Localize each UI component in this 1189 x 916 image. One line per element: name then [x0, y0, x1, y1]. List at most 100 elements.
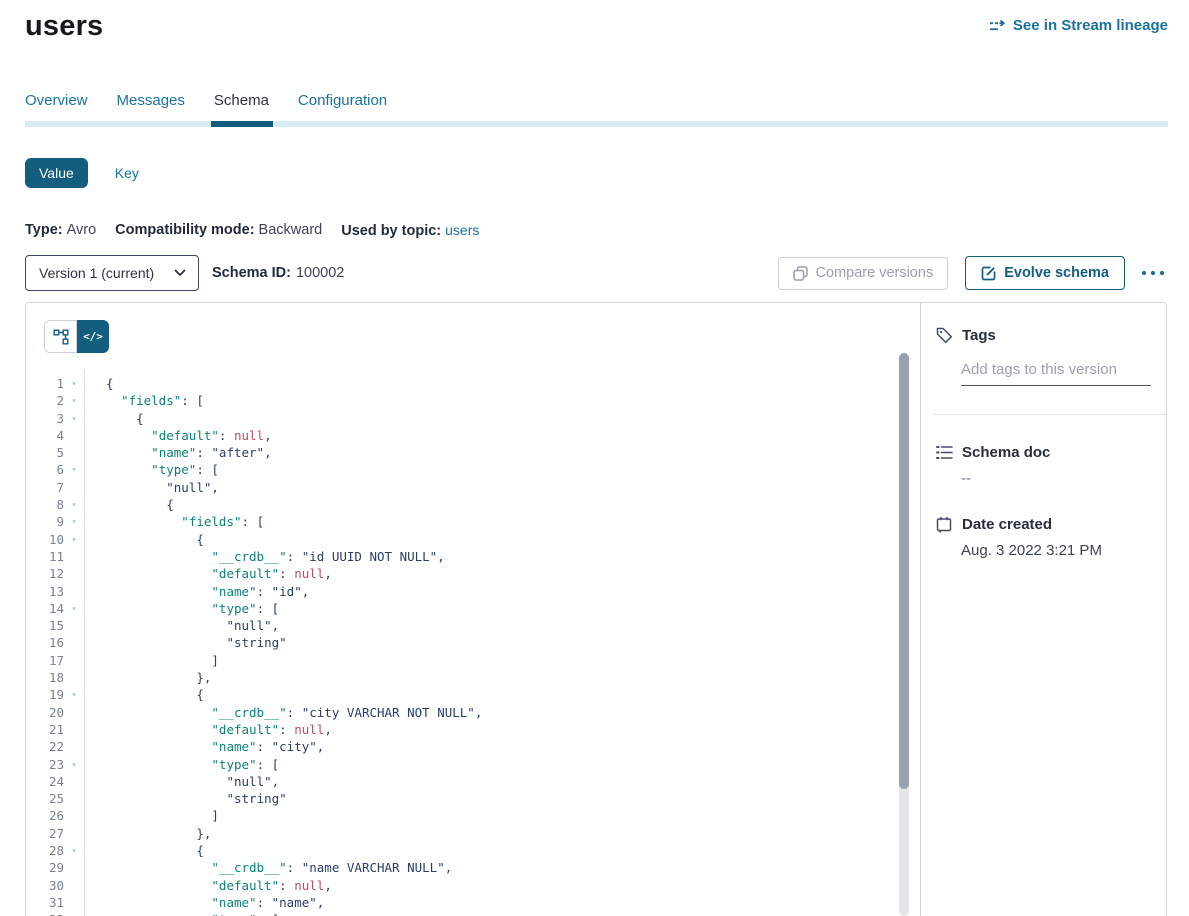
line-number: 6 — [26, 461, 64, 478]
fold-spacer — [64, 704, 84, 721]
value-toggle-button[interactable]: Value — [25, 158, 88, 188]
fold-toggle-icon[interactable]: ▾ — [64, 911, 84, 916]
schema-page: users See in Stream lineage Overview Mes… — [0, 0, 1189, 916]
fold-spacer — [64, 825, 84, 842]
code-line: 26] — [26, 807, 920, 824]
evolve-schema-button[interactable]: Evolve schema — [965, 256, 1125, 290]
code-line: 24"null", — [26, 773, 920, 790]
topic-users-link[interactable]: users — [445, 222, 479, 238]
code-line: 12 "default": null, — [26, 565, 920, 582]
line-number: 22 — [26, 738, 64, 755]
tab-overview[interactable]: Overview — [25, 92, 88, 118]
code-line: 30"default": null, — [26, 877, 920, 894]
code-line: 19▾{ — [26, 686, 920, 703]
editor-scrollbar[interactable] — [899, 353, 909, 916]
add-tags-input[interactable] — [961, 357, 1151, 386]
tab-underline-track — [25, 121, 1168, 127]
fold-spacer — [64, 444, 84, 461]
version-select[interactable]: Version 1 (current) — [25, 255, 199, 291]
tab-messages[interactable]: Messages — [117, 92, 185, 118]
tab-schema[interactable]: Schema — [214, 92, 269, 118]
code-view-button[interactable]: </> — [77, 320, 109, 353]
fold-toggle-icon[interactable]: ▾ — [64, 600, 84, 617]
sidebar-divider — [933, 414, 1166, 415]
code-text: "default": null, — [84, 565, 332, 582]
code-text: }, — [84, 825, 211, 842]
code-text: "default": null, — [84, 427, 272, 444]
schema-doc-value: -- — [961, 470, 1166, 487]
line-number: 32 — [26, 911, 64, 916]
code-line: 20"__crdb__": "city VARCHAR NOT NULL", — [26, 704, 920, 721]
code-text: { — [84, 410, 144, 427]
fold-spacer — [64, 427, 84, 444]
line-number: 25 — [26, 790, 64, 807]
fold-spacer — [64, 894, 84, 911]
code-line: 1▾{ — [26, 375, 920, 392]
doc-list-icon — [936, 445, 953, 460]
fold-toggle-icon[interactable]: ▾ — [64, 513, 84, 530]
code-text: "name": "after", — [84, 444, 272, 461]
code-text: "null", — [84, 617, 279, 634]
line-number: 19 — [26, 686, 64, 703]
code-line: 2▾"fields": [ — [26, 392, 920, 409]
tags-heading: Tags — [936, 327, 1166, 344]
fold-toggle-icon[interactable]: ▾ — [64, 756, 84, 773]
code-text: { — [84, 496, 174, 513]
gutter-separator — [84, 369, 85, 916]
fold-spacer — [64, 859, 84, 876]
fold-spacer — [64, 877, 84, 894]
line-number: 10 — [26, 531, 64, 548]
fold-spacer — [64, 617, 84, 634]
see-in-stream-lineage-link[interactable]: See in Stream lineage — [989, 17, 1168, 34]
code-line: 32▾"type": [ — [26, 911, 920, 916]
compare-versions-button[interactable]: Compare versions — [778, 257, 949, 290]
line-number: 29 — [26, 859, 64, 876]
code-line: 8▾{ — [26, 496, 920, 513]
key-toggle-link[interactable]: Key — [115, 165, 139, 181]
code-line: 11"__crdb__": "id UUID NOT NULL", — [26, 548, 920, 565]
fold-spacer — [64, 548, 84, 565]
fold-spacer — [64, 669, 84, 686]
editor-scrollbar-thumb[interactable] — [899, 353, 909, 789]
more-options-button[interactable] — [1138, 264, 1168, 282]
schema-panel: </> 1▾{2▾"fields": [3▾{4"default": null,… — [25, 302, 1167, 916]
fold-toggle-icon[interactable]: ▾ — [64, 842, 84, 859]
versions-copy-icon — [793, 266, 808, 281]
fold-toggle-icon[interactable]: ▾ — [64, 496, 84, 513]
code-text: "type": [ — [84, 461, 219, 478]
chevron-down-icon — [174, 269, 186, 277]
fold-toggle-icon[interactable]: ▾ — [64, 461, 84, 478]
code-text: "type": [ — [84, 756, 279, 773]
line-number: 24 — [26, 773, 64, 790]
schema-doc-section: Schema doc -- — [936, 444, 1166, 487]
code-scroll-area: 1▾{2▾"fields": [3▾{4"default": null,5"na… — [26, 369, 920, 916]
fold-toggle-icon[interactable]: ▾ — [64, 375, 84, 392]
fold-spacer — [64, 790, 84, 807]
tree-view-icon — [53, 329, 69, 345]
line-number: 2 — [26, 392, 64, 409]
code-line: 23▾"type": [ — [26, 756, 920, 773]
fold-toggle-icon[interactable]: ▾ — [64, 531, 84, 548]
topic-tabs: Overview Messages Schema Configuration — [25, 92, 1168, 127]
tree-view-button[interactable] — [44, 320, 77, 353]
line-number: 31 — [26, 894, 64, 911]
fold-spacer — [64, 583, 84, 600]
code-line: 22"name": "city", — [26, 738, 920, 755]
fold-spacer — [64, 652, 84, 669]
fold-spacer — [64, 738, 84, 755]
tag-icon — [936, 327, 953, 344]
code-text: "default": null, — [84, 877, 332, 894]
line-number: 17 — [26, 652, 64, 669]
code-line: 29"__crdb__": "name VARCHAR NULL", — [26, 859, 920, 876]
code-text: ] — [84, 807, 219, 824]
line-number: 12 — [26, 565, 64, 582]
line-number: 13 — [26, 583, 64, 600]
fold-toggle-icon[interactable]: ▾ — [64, 686, 84, 703]
fold-toggle-icon[interactable]: ▾ — [64, 392, 84, 409]
value-key-toggle: Value Key — [25, 158, 1168, 188]
fold-toggle-icon[interactable]: ▾ — [64, 410, 84, 427]
schema-editor: </> 1▾{2▾"fields": [3▾{4"default": null,… — [26, 303, 920, 916]
code-line: 10▾{ — [26, 531, 920, 548]
tab-configuration[interactable]: Configuration — [298, 92, 387, 118]
date-created-heading: Date created — [936, 516, 1166, 533]
